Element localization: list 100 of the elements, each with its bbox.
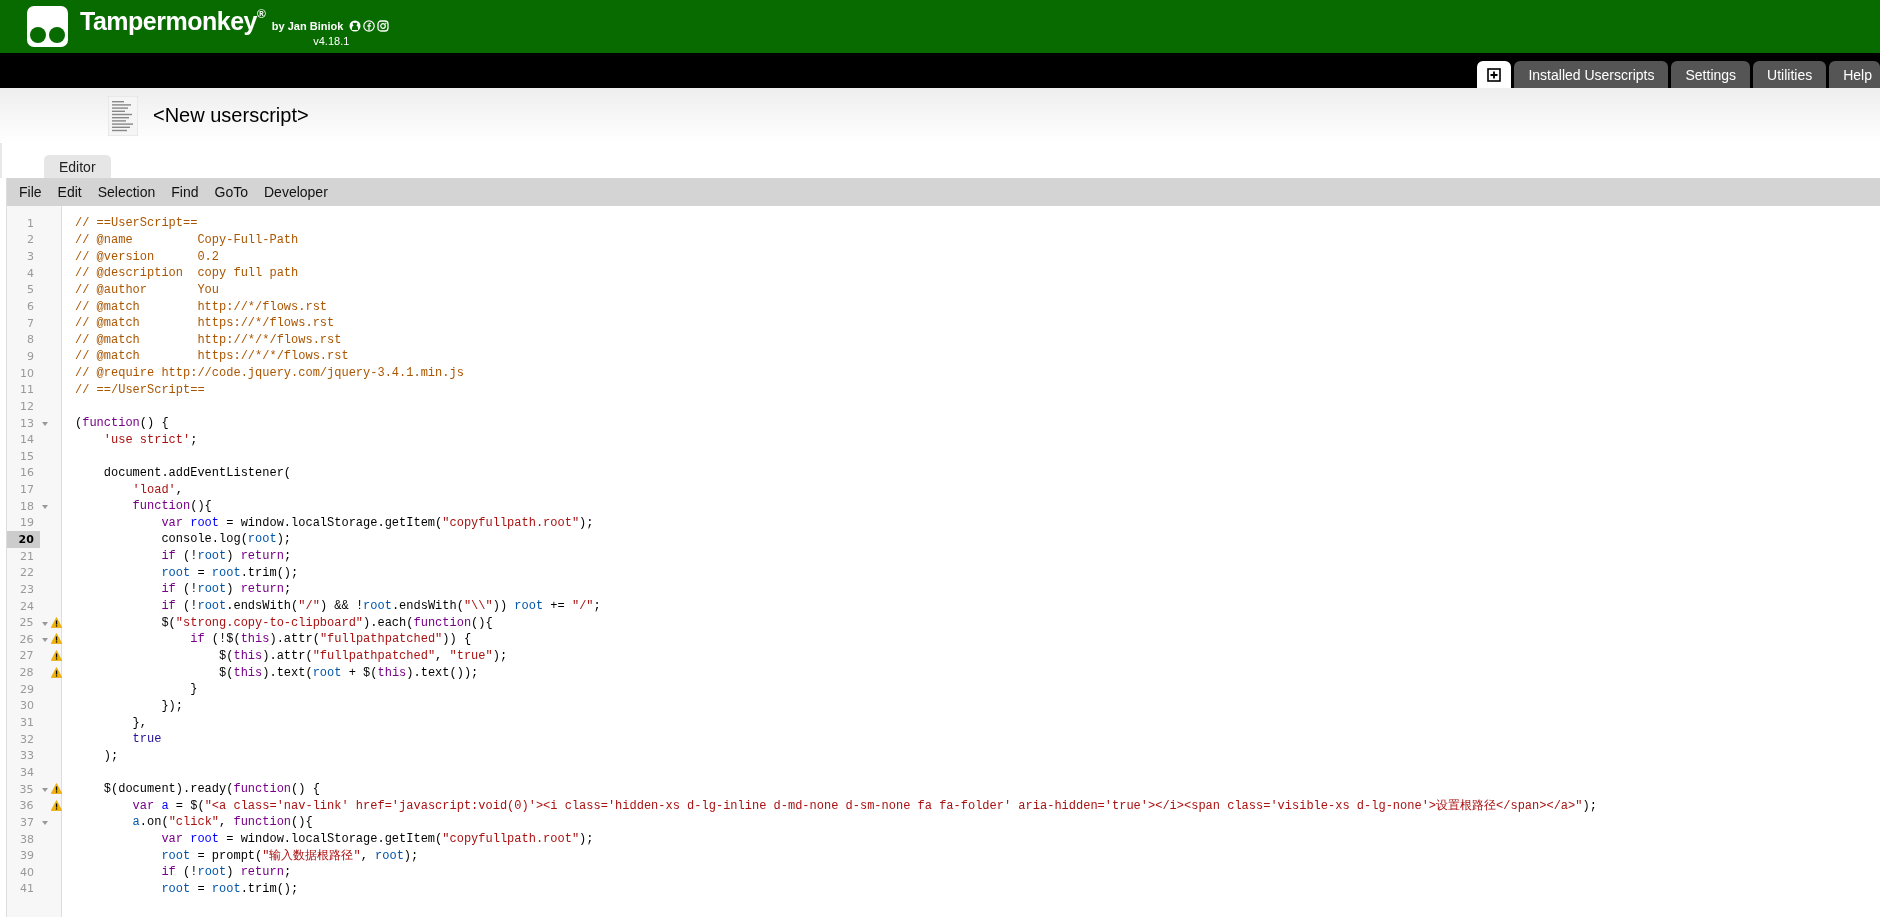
line-number: 12: [18, 398, 35, 415]
menu-item[interactable]: File: [11, 184, 50, 200]
code-line: $(this).text(root + $(this).text());: [218, 664, 479, 681]
line-number: 30: [18, 698, 35, 715]
code-line: root = root.trim();: [160, 564, 299, 581]
code-line: document.addEventListener(: [102, 464, 292, 481]
code-line: true: [131, 731, 162, 748]
line-number: 6: [25, 299, 35, 315]
facebook-icon[interactable]: [363, 19, 376, 32]
line-number: 15: [18, 448, 35, 465]
line-number: 2: [25, 232, 35, 249]
line-number: 23: [18, 581, 35, 598]
line-number: 10: [18, 365, 35, 382]
code-line: // @match https://*/*/flows.rst: [74, 348, 349, 365]
line-number: 40: [18, 864, 35, 881]
code-line: function(){: [131, 498, 212, 515]
line-number: 16: [18, 465, 35, 482]
nav-tab[interactable]: Help: [1829, 61, 1880, 88]
code-line: $("strong.copy-to-clipboard").each(function(){: [160, 614, 493, 631]
line-number: 35: [18, 781, 35, 798]
code-line: // ==/UserScript==: [74, 381, 205, 398]
fold-arrow-icon[interactable]: [40, 420, 49, 428]
code-line: // @require http://code.jquery.com/jquery-3.4.1.min.js: [74, 365, 464, 382]
nav-tab[interactable]: Installed Userscripts: [1514, 61, 1669, 88]
code-line: $(this).attr("fullpathpatched", "true");: [218, 647, 508, 664]
menu-item[interactable]: Developer: [256, 184, 336, 200]
line-number: 37: [18, 814, 35, 831]
app-name: Tampermonkey: [80, 6, 257, 35]
code-line: // ==UserScript==: [74, 215, 198, 232]
plus-icon: [1487, 67, 1502, 82]
logo-icon: [27, 6, 68, 47]
line-number: 9: [25, 348, 35, 365]
line-number: 5: [25, 282, 35, 299]
line-number: 26: [18, 631, 35, 648]
line-number: 21: [18, 548, 35, 565]
nav-tab[interactable]: Utilities: [1753, 61, 1827, 88]
line-number: 24: [18, 598, 35, 615]
code-line: a.on("click", function(){: [131, 814, 313, 831]
author-byline: by Jan Biniok: [271, 19, 344, 32]
instagram-icon[interactable]: [377, 19, 390, 32]
line-number: 17: [18, 482, 35, 498]
registered-mark: ®: [256, 6, 266, 21]
line-number: 13: [18, 415, 35, 432]
line-number: 19: [18, 515, 35, 532]
line-number: 27: [18, 648, 35, 665]
code-line: (function() {: [74, 415, 169, 431]
line-number: 29: [18, 681, 35, 698]
code-line: // @match http://*/*/flows.rst: [74, 331, 342, 348]
line-number: 11: [18, 382, 35, 399]
fold-arrow-icon[interactable]: [40, 619, 49, 628]
code-line: 'load',: [131, 481, 184, 498]
add-script-tab[interactable]: [1477, 61, 1512, 88]
version-label: v4.18.1: [313, 34, 350, 47]
menu-item[interactable]: Selection: [89, 184, 164, 200]
line-number: 7: [25, 315, 35, 332]
line-number: 8: [25, 332, 35, 349]
line-number: 34: [18, 764, 35, 781]
code-line: if (!root) return;: [160, 548, 292, 565]
code-line: }: [189, 681, 198, 698]
line-number: 18: [18, 498, 35, 515]
code-line: // @author You: [74, 281, 220, 298]
code-line: var root = window.localStorage.getItem("copyfullpath.root");: [160, 831, 594, 847]
menu-item[interactable]: Edit: [49, 184, 90, 200]
code-line: // @match https://*/flows.rst: [74, 315, 335, 332]
line-number: 14: [18, 432, 35, 448]
line-number: 41: [18, 881, 35, 898]
code-line: // @version 0.2: [74, 248, 220, 265]
menu-item[interactable]: GoTo: [206, 184, 256, 200]
code-line: root = prompt("输入数据根路径", root);: [160, 847, 419, 864]
line-number: 3: [25, 249, 35, 265]
menu-item[interactable]: Find: [163, 184, 207, 200]
line-number: 36: [18, 798, 35, 815]
nav-tab[interactable]: Settings: [1671, 61, 1751, 88]
code-line: );: [102, 747, 119, 764]
line-number: 32: [18, 731, 35, 748]
code-line: },: [131, 714, 147, 731]
script-title: <New userscript>: [153, 104, 309, 127]
script-thumbnail-icon: [108, 95, 138, 136]
line-number: 33: [18, 748, 35, 765]
line-number: 1: [25, 215, 35, 232]
code-line: var a = $("<a class='nav-link' href='javascript:void(0)'><i class='hidden-xs d-lg-inline d-md-none d-sm-none fa fa-folder' aria-hidden='true'></i><span class='visible-xs d-lg-none'>设置根路径</span></a>");: [131, 797, 1597, 814]
line-number: 20: [7, 531, 40, 548]
line-number: 22: [18, 565, 35, 582]
code-line: root = root.trim();: [160, 880, 299, 897]
code-line: var root = window.localStorage.getItem("copyfullpath.root");: [160, 514, 594, 531]
code-line: // @description copy full path: [74, 265, 299, 282]
code-line: // @name Copy-Full-Path: [74, 231, 299, 248]
editor-tab[interactable]: Editor: [44, 155, 111, 178]
line-number: 31: [18, 715, 35, 731]
code-line: console.log(root);: [160, 531, 292, 548]
line-number: 39: [18, 848, 35, 864]
code-line: $(document).ready(function() {: [102, 781, 320, 798]
line-number: 4: [25, 265, 35, 282]
code-line: if (!root) return;: [160, 581, 292, 598]
code-line: if (!root) return;: [160, 864, 292, 881]
code-line: // @match http://*/flows.rst: [74, 298, 328, 315]
code-line: 'use strict';: [102, 431, 198, 448]
line-number: 38: [18, 831, 35, 848]
code-line: });: [160, 697, 184, 714]
line-number: 28: [18, 665, 35, 681]
